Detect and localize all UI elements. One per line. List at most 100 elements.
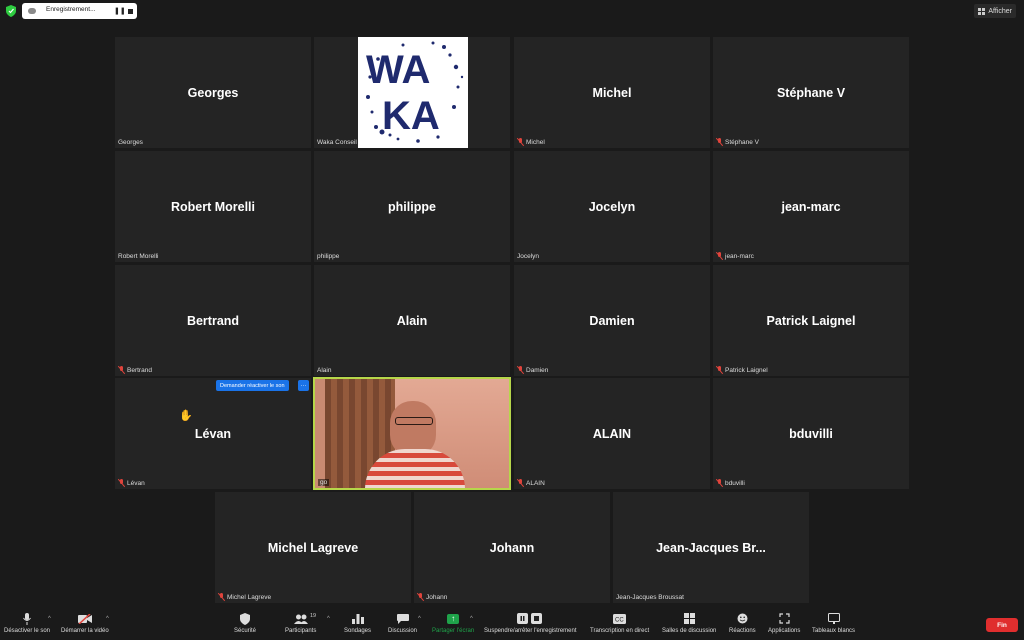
whiteboards-button[interactable]: Tableaux blancs	[812, 612, 855, 640]
logo-line-2: KA	[382, 94, 440, 138]
start-video-label: Démarrer la vidéo	[61, 628, 109, 634]
participant-tile[interactable]: Damien Damien	[514, 265, 710, 376]
participant-name: Stéphane V	[776, 85, 846, 100]
top-bar: Enregistrement... ❚❚ Afficher	[0, 0, 1024, 22]
participant-name: ALAIN	[592, 426, 632, 441]
participant-name: Bertrand	[186, 313, 240, 328]
share-screen-icon: ↑	[446, 612, 460, 625]
participant-tile[interactable]: Stéphane V Stéphane V	[713, 37, 909, 148]
participant-name: Georges	[187, 85, 239, 100]
participant-label: jean-marc	[716, 252, 754, 260]
participant-tile[interactable]: Michel Lagreve Michel Lagreve	[215, 492, 411, 603]
participant-name: jean-marc	[781, 199, 841, 214]
video-options-chevron-icon[interactable]: ^	[106, 616, 109, 622]
recording-control-label: Suspendre/arrêter l'enregistrement	[484, 628, 577, 634]
participant-tile[interactable]: Patrick Laignel Patrick Laignel	[713, 265, 909, 376]
reactions-label: Réactions	[729, 628, 756, 634]
ask-unmute-button[interactable]: Demander réactiver le son	[216, 380, 289, 391]
pause-recording-icon[interactable]: ❚❚	[114, 7, 126, 15]
apps-icon	[777, 612, 791, 625]
bar-chart-icon	[351, 612, 365, 625]
share-screen-button[interactable]: ↑ Partager l'écran	[432, 612, 474, 640]
grid-icon	[978, 7, 986, 15]
participants-icon	[293, 612, 308, 625]
active-speaker-video-tile[interactable]: go	[313, 377, 511, 490]
participant-label: Georges	[118, 139, 143, 146]
participant-label: Bertrand	[118, 366, 152, 374]
breakout-rooms-icon	[682, 612, 696, 625]
pause-stop-recording-button[interactable]: Suspendre/arrêter l'enregistrement	[484, 612, 577, 640]
mic-muted-icon	[517, 138, 524, 146]
participant-tile[interactable]: bduvilli bduvilli	[713, 378, 909, 489]
mic-muted-icon	[218, 593, 225, 601]
view-button[interactable]: Afficher	[974, 4, 1016, 18]
participant-tile[interactable]: WA KA Waka Conseil	[314, 37, 510, 148]
participant-tile[interactable]: Jean-Jacques Br... Jean-Jacques Broussat	[613, 492, 809, 603]
participant-tile[interactable]: jean-marc jean-marc	[713, 151, 909, 262]
participant-label: philippe	[317, 253, 340, 260]
participant-name: Michel Lagreve	[267, 540, 359, 555]
logo-line-1: WA	[366, 48, 430, 92]
smiley-icon	[735, 612, 749, 625]
participant-tile[interactable]: Georges Georges	[115, 37, 311, 148]
view-button-label: Afficher	[988, 7, 1012, 15]
breakout-rooms-label: Salles de discussion	[662, 628, 717, 634]
share-options-chevron-icon[interactable]: ^	[470, 616, 473, 622]
apps-button[interactable]: Applications	[768, 612, 800, 640]
mute-button[interactable]: Désactiver le son	[4, 612, 50, 640]
participant-tile[interactable]: Robert Morelli Robert Morelli	[115, 151, 311, 262]
raised-hand-icon: ✋	[179, 410, 193, 422]
start-video-button[interactable]: Démarrer la vidéo	[61, 612, 109, 640]
mic-muted-icon	[517, 479, 524, 487]
participant-name: Lévan	[194, 426, 232, 441]
participant-label: Alain	[317, 367, 332, 374]
live-transcript-label: Transcription en direct	[590, 628, 650, 634]
mute-button-label: Désactiver le son	[4, 628, 51, 634]
breakout-rooms-button[interactable]: Salles de discussion	[662, 612, 716, 640]
participant-name: Jean-Jacques Br...	[656, 540, 766, 555]
participant-tile[interactable]: philippe philippe	[314, 151, 510, 262]
whiteboard-icon	[827, 612, 841, 625]
live-transcript-button[interactable]: CC Transcription en direct	[590, 612, 649, 640]
participants-count: 19	[310, 613, 317, 619]
mic-muted-icon	[118, 366, 125, 374]
participant-tile[interactable]: Bertrand Bertrand	[115, 265, 311, 376]
participant-label: bduvilli	[716, 479, 745, 487]
apps-label: Applications	[768, 628, 801, 634]
chat-bubble-icon	[396, 612, 410, 625]
polls-label: Sondages	[344, 628, 372, 634]
end-meeting-button[interactable]: Fin	[986, 618, 1018, 632]
video-off-icon	[77, 612, 92, 625]
participant-tile[interactable]: ALAIN ALAIN	[514, 378, 710, 489]
mic-muted-icon	[118, 479, 125, 487]
participant-tile[interactable]: Johann Johann	[414, 492, 610, 603]
reactions-button[interactable]: Réactions	[729, 612, 756, 640]
pause-stop-icon	[517, 612, 543, 625]
participant-name: Michel	[592, 85, 632, 100]
security-button[interactable]: Sécurité	[234, 612, 256, 640]
participant-name: Jocelyn	[588, 199, 636, 214]
polls-button[interactable]: Sondages	[344, 612, 371, 640]
participant-label: ALAIN	[517, 479, 545, 487]
participant-label: Jean-Jacques Broussat	[616, 594, 684, 601]
participant-tile[interactable]: Alain Alain	[314, 265, 510, 376]
waka-logo: WA KA	[358, 37, 468, 148]
participant-tile[interactable]: Jocelyn Jocelyn	[514, 151, 710, 262]
participant-tile[interactable]: Michel Michel	[514, 37, 710, 148]
participant-label: Johann	[417, 593, 447, 601]
participant-label: go	[318, 479, 330, 486]
mic-muted-icon	[716, 252, 723, 260]
stop-recording-icon[interactable]	[128, 9, 133, 14]
closed-captions-icon: CC	[613, 612, 627, 625]
shield-icon[interactable]	[6, 5, 16, 17]
participants-options-chevron-icon[interactable]: ^	[327, 616, 330, 622]
participant-name: Patrick Laignel	[766, 313, 856, 328]
participant-label: Michel	[517, 138, 545, 146]
more-options-button[interactable]: ···	[298, 380, 309, 391]
participant-name: Robert Morelli	[170, 199, 256, 214]
chat-button[interactable]: Discussion	[388, 612, 417, 640]
participant-tile[interactable]: Lévan Lévan	[115, 378, 311, 489]
chat-options-chevron-icon[interactable]: ^	[418, 616, 421, 622]
participant-label: Robert Morelli	[118, 253, 159, 260]
audio-options-chevron-icon[interactable]: ^	[48, 616, 51, 622]
